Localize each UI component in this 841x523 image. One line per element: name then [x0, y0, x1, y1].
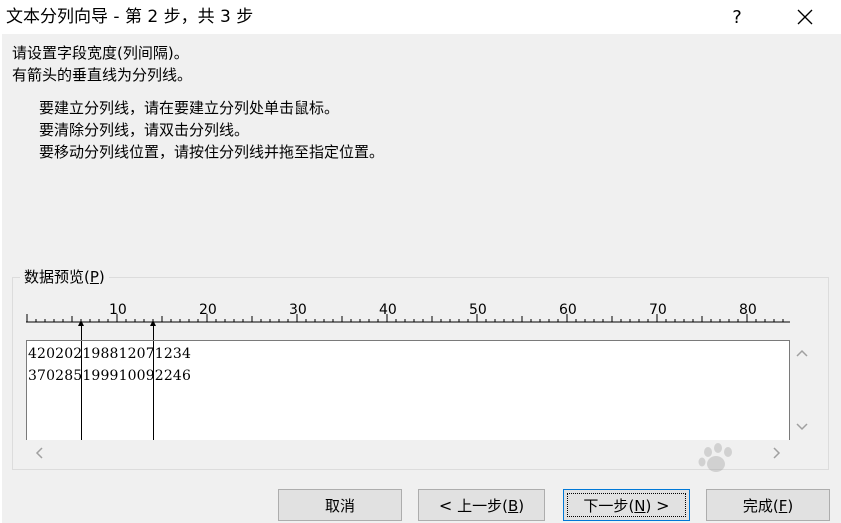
chevron-left-icon: <: [438, 495, 453, 515]
chevron-left-icon: [35, 447, 43, 459]
instruction-line: 请设置字段宽度(列间隔)。: [12, 44, 189, 62]
title-bar: 文本分列向导 - 第 2 步，共 3 步 ?: [0, 0, 841, 34]
chevron-right-icon: >: [656, 495, 670, 515]
ruler-mark: 50: [469, 302, 487, 318]
scroll-right-arrow[interactable]: [768, 444, 786, 462]
scroll-left-arrow[interactable]: [30, 444, 48, 462]
instruction-move: 要移动分列线位置，请按住分列线并拖至指定位置。: [39, 143, 385, 161]
column-break-connector[interactable]: [153, 326, 154, 340]
column-break-line[interactable]: [81, 341, 82, 440]
ruler-mark: 70: [649, 302, 667, 318]
chevron-up-icon: [796, 349, 808, 357]
horizontal-scrollbar[interactable]: [26, 441, 812, 465]
window-edge: [0, 34, 2, 523]
column-break-line[interactable]: [153, 341, 154, 440]
vertical-scrollbar[interactable]: [792, 340, 812, 440]
back-button[interactable]: < 上一步(B): [418, 489, 545, 521]
preview-row: 370285199910092246: [28, 368, 192, 384]
next-button[interactable]: 下一步(N) >: [563, 489, 690, 521]
ruler-mark: 80: [739, 302, 757, 318]
ruler-ticks: [26, 314, 790, 326]
instruction-line: 有箭头的垂直线为分列线。: [12, 66, 193, 84]
instruction-create: 要建立分列线，请在要建立分列处单击鼠标。: [39, 99, 340, 117]
scroll-down-arrow[interactable]: [793, 418, 811, 436]
ruler-mark: 20: [199, 302, 217, 318]
column-ruler[interactable]: 10 20 30 40 50 60 70 80: [26, 298, 792, 326]
chevron-right-icon: [773, 447, 781, 459]
data-preview-area[interactable]: 420202198812071234 370285199910092246: [26, 340, 790, 440]
instruction-clear: 要清除分列线，请双击分列线。: [39, 121, 250, 139]
ruler-mark: 40: [379, 302, 397, 318]
column-break-connector[interactable]: [81, 326, 82, 340]
data-preview-label: 数据预览(P): [20, 266, 109, 288]
window-title: 文本分列向导 - 第 2 步，共 3 步: [6, 7, 254, 27]
close-button[interactable]: [782, 0, 828, 34]
ruler-mark: 10: [109, 302, 127, 318]
step-instructions: 要建立分列线，请在要建立分列处单击鼠标。 要清除分列线，请双击分列线。 要移动分…: [39, 97, 384, 163]
finish-button[interactable]: 完成(F): [706, 489, 830, 521]
ruler-mark: 30: [289, 302, 307, 318]
scroll-up-arrow[interactable]: [793, 344, 811, 362]
close-icon: [797, 9, 813, 25]
chevron-down-icon: [796, 423, 808, 431]
cancel-button[interactable]: 取消: [278, 489, 402, 521]
ruler-mark: 60: [559, 302, 577, 318]
preview-row: 420202198812071234: [28, 346, 192, 362]
help-button[interactable]: ?: [714, 0, 760, 34]
intro-text: 请设置字段宽度(列间隔)。 有箭头的垂直线为分列线。: [12, 42, 192, 86]
help-icon: ?: [732, 6, 742, 28]
